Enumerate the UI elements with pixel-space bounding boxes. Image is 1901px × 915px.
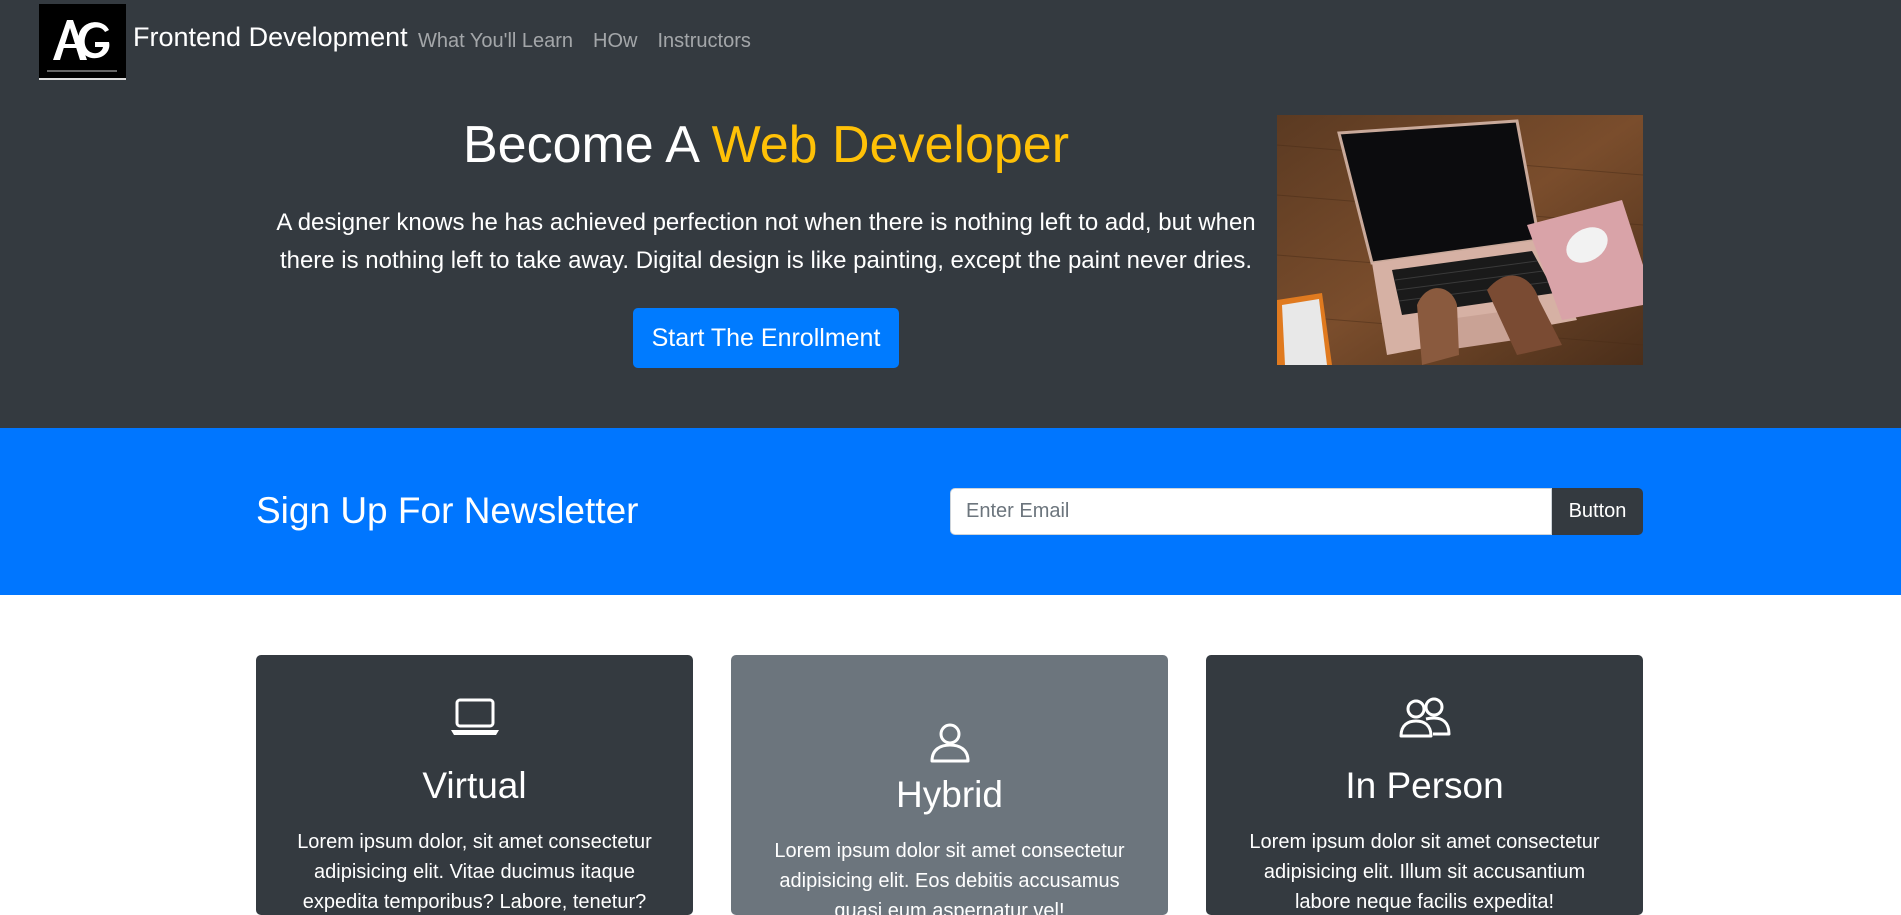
- card-text: Lorem ipsum dolor, sit amet consectetur …: [297, 831, 652, 913]
- newsletter-section: Sign Up For Newsletter Button: [0, 428, 1901, 595]
- nav-link-what-youll-learn[interactable]: What You'll Learn: [418, 30, 573, 53]
- brand-link[interactable]: Frontend Development: [133, 22, 408, 53]
- card-virtual: Virtual Lorem ipsum dolor, sit amet cons…: [256, 655, 693, 915]
- person-icon: [731, 723, 1168, 763]
- card-hybrid: Hybrid Lorem ipsum dolor sit amet consec…: [731, 655, 1168, 915]
- hero-title-prefix: Become A: [462, 116, 712, 174]
- nav-link-instructors[interactable]: Instructors: [658, 30, 751, 53]
- hero-section: Frontend Development What You'll Learn H…: [0, 0, 1901, 428]
- hero-image: [1277, 115, 1643, 365]
- logo-icon: [39, 4, 126, 78]
- newsletter-submit-button[interactable]: Button: [1552, 488, 1643, 535]
- laptop-photo: [1277, 115, 1643, 365]
- email-input[interactable]: [950, 488, 1552, 535]
- card-in-person: In Person Lorem ipsum dolor sit amet con…: [1206, 655, 1643, 915]
- main-nav: What You'll Learn HOw Instructors: [418, 30, 751, 53]
- people-icon: [1206, 697, 1643, 739]
- hero-lead: A designer knows he has achieved perfect…: [276, 209, 1256, 274]
- newsletter-title: Sign Up For Newsletter: [256, 490, 639, 531]
- card-text: Lorem ipsum dolor sit amet consectetur a…: [774, 840, 1125, 915]
- hero-title: Become A Web Developer: [270, 112, 1262, 178]
- nav-link-how[interactable]: HOw: [593, 30, 637, 53]
- card-text: Lorem ipsum dolor sit amet consectetur a…: [1249, 831, 1600, 913]
- site-logo[interactable]: [39, 4, 126, 80]
- hero-title-accent: Web Developer: [711, 116, 1070, 174]
- start-enrollment-button[interactable]: Start The Enrollment: [633, 308, 899, 368]
- laptop-icon: [256, 697, 693, 737]
- card-title: Hybrid: [896, 774, 1003, 815]
- card-title: Virtual: [422, 765, 527, 806]
- card-title: In Person: [1345, 765, 1504, 806]
